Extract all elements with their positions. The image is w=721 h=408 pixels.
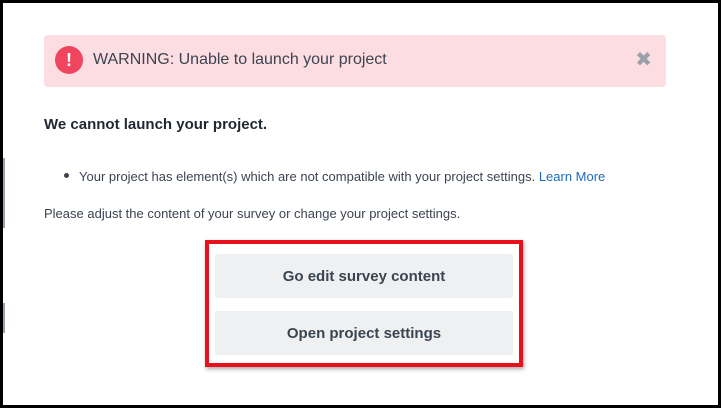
issue-text: Your project has element(s) which are no… bbox=[79, 169, 536, 184]
actions-highlight: Go edit survey content Open project sett… bbox=[205, 240, 523, 367]
instruction-text: Please adjust the content of your survey… bbox=[44, 206, 461, 221]
issue-list-item: Your project has element(s) which are no… bbox=[64, 169, 605, 184]
dialog-window: ! WARNING: Unable to launch your project… bbox=[0, 0, 721, 408]
exclamation-circle-icon: ! bbox=[55, 46, 83, 74]
edit-survey-content-button[interactable]: Go edit survey content bbox=[215, 254, 513, 298]
left-edge-marker bbox=[3, 303, 5, 333]
bullet-icon bbox=[64, 173, 69, 179]
learn-more-link[interactable]: Learn More bbox=[539, 169, 605, 184]
alert-message: WARNING: Unable to launch your project bbox=[93, 51, 387, 68]
left-edge-marker bbox=[3, 158, 5, 228]
close-icon[interactable]: ✖ bbox=[635, 48, 652, 72]
warning-alert: ! WARNING: Unable to launch your project… bbox=[44, 35, 666, 87]
open-project-settings-button[interactable]: Open project settings bbox=[215, 311, 513, 355]
dialog-heading: We cannot launch your project. bbox=[44, 116, 268, 133]
